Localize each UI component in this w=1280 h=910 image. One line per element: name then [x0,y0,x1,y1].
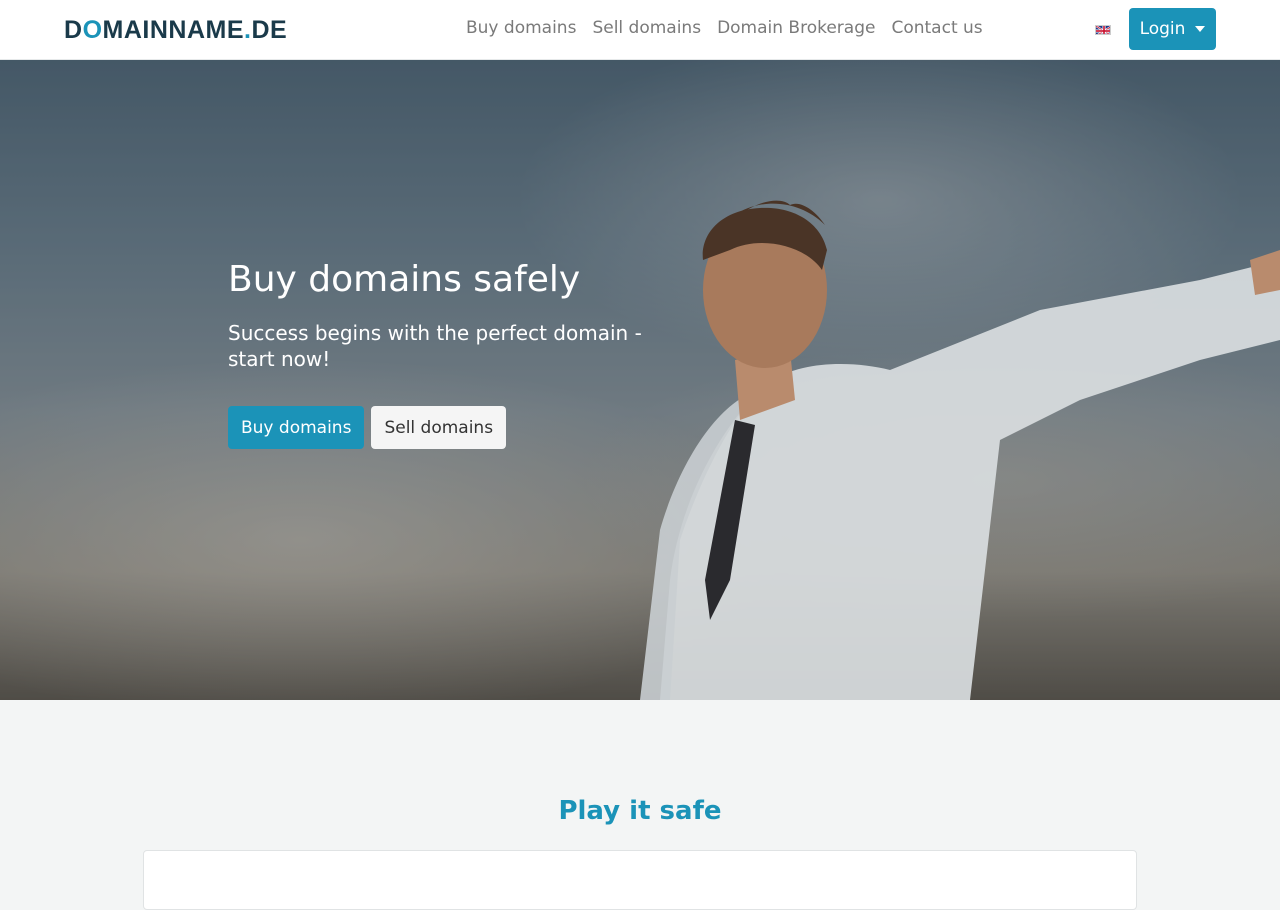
login-dropdown-button[interactable]: Login [1129,8,1216,50]
site-logo[interactable]: DOMAINNAME.DE [64,17,287,43]
logo-text: D [64,16,83,44]
logo-text: MAINNAME [102,16,245,44]
nav-link-contact-us[interactable]: Contact us [883,16,990,40]
caret-down-icon [1195,26,1206,32]
logo-text: DE [251,16,288,44]
sell-domains-button[interactable]: Sell domains [371,406,507,449]
section-title: Play it safe [558,796,722,826]
nav-link-sell-domains[interactable]: Sell domains [584,16,709,40]
logo-accent: O [82,16,103,44]
hero-title: Buy domains safely [228,259,581,300]
hero-buttons: Buy domains Sell domains [228,406,648,449]
buy-domains-button[interactable]: Buy domains [228,406,365,449]
main-nav: Buy domains Sell domains Domain Brokerag… [458,16,991,40]
nav-link-domain-brokerage[interactable]: Domain Brokerage [709,16,883,40]
hero-content: Buy domains safely Success begins with t… [228,256,648,449]
login-label: Login [1139,19,1186,39]
uk-flag-icon[interactable] [1095,25,1111,35]
hero-man-image [640,200,1280,700]
top-navbar: DOMAINNAME.DE Buy domains Sell domains D… [0,0,1280,60]
content-card [143,850,1137,910]
hero-subtitle: Success begins with the perfect domain -… [228,321,642,371]
nav-link-buy-domains[interactable]: Buy domains [458,16,584,40]
hero-banner: Buy domains safely Success begins with t… [0,60,1280,700]
